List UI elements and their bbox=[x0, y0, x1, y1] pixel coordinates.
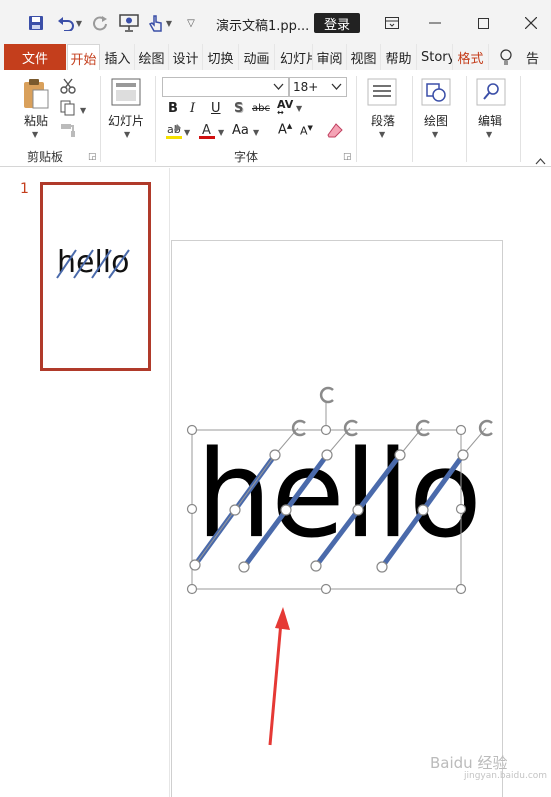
touch-mode-dropdown-icon[interactable]: ▼ bbox=[164, 12, 174, 34]
bold-icon[interactable]: B bbox=[168, 101, 178, 116]
touch-mode-icon[interactable] bbox=[146, 12, 166, 34]
tab-home[interactable]: 开始 bbox=[67, 44, 100, 71]
clipboard-group-label: 剪贴板 bbox=[27, 150, 64, 164]
present-from-start-icon[interactable] bbox=[118, 12, 140, 34]
new-slide-icon[interactable] bbox=[111, 78, 141, 109]
change-case-dropdown-icon[interactable]: ▼ bbox=[253, 128, 259, 137]
font-name-select[interactable] bbox=[162, 77, 289, 97]
undo-dropdown-icon[interactable]: ▼ bbox=[74, 12, 84, 34]
collapse-ribbon-icon[interactable] bbox=[535, 154, 546, 168]
font-size-value: 18+ bbox=[293, 80, 319, 94]
new-slide-dropdown-icon[interactable]: ▼ bbox=[124, 130, 130, 139]
slide-thumbnail[interactable]: hello bbox=[40, 182, 151, 371]
watermark-url: jingyan.baidu.com bbox=[464, 771, 548, 781]
font-name-dropdown-icon bbox=[273, 83, 284, 90]
slide-number: 1 bbox=[20, 181, 29, 197]
highlight-dropdown-icon[interactable]: ▼ bbox=[184, 128, 190, 137]
font-group-label: 字体 bbox=[234, 150, 259, 164]
tab-transitions[interactable]: 切换 bbox=[203, 44, 239, 70]
underline-icon[interactable]: U bbox=[211, 101, 221, 116]
ribbon-separator bbox=[100, 76, 101, 162]
tab-slideshow[interactable]: 幻灯片 bbox=[275, 44, 313, 70]
paste-icon[interactable] bbox=[22, 78, 50, 113]
font-size-select[interactable]: 18+ bbox=[289, 77, 347, 97]
paragraph-label[interactable]: 段落 bbox=[371, 112, 395, 129]
save-icon[interactable] bbox=[26, 12, 46, 34]
tab-design[interactable]: 设计 bbox=[169, 44, 203, 70]
paste-label[interactable]: 粘贴 bbox=[24, 112, 48, 129]
decrease-font-size-icon[interactable]: A▼ bbox=[300, 124, 313, 138]
close-icon[interactable] bbox=[524, 12, 538, 34]
tab-format[interactable]: 格式 bbox=[453, 44, 489, 70]
clipboard-dialog-launcher-icon[interactable]: ◲ bbox=[88, 152, 97, 162]
tab-view[interactable]: 视图 bbox=[347, 44, 381, 70]
copy-icon[interactable] bbox=[60, 100, 76, 119]
document-title: 演示文稿1.pp... bbox=[216, 19, 310, 34]
font-color-icon[interactable]: A bbox=[198, 122, 216, 143]
change-case-icon[interactable]: Aa bbox=[232, 123, 249, 138]
svg-text:A: A bbox=[202, 123, 211, 138]
drawing-shapes-icon[interactable] bbox=[421, 78, 451, 109]
ribbon: 粘贴 ▼ ▼ 剪贴板 ◲ 幻灯片 ▼ 18+ B I U S abc AV ↔ ▼… bbox=[0, 70, 551, 167]
highlight-color-icon[interactable]: ab bbox=[165, 122, 183, 143]
paragraph-dropdown-icon[interactable]: ▼ bbox=[379, 130, 385, 139]
italic-icon[interactable]: I bbox=[190, 101, 195, 116]
cut-icon[interactable] bbox=[60, 78, 76, 97]
login-button[interactable]: 登录 bbox=[314, 13, 360, 33]
thumbnail-lines bbox=[56, 249, 130, 279]
ribbon-separator bbox=[466, 76, 467, 162]
watermark: Baidu 经验 bbox=[430, 754, 508, 772]
text-shadow-icon[interactable]: S bbox=[234, 101, 243, 116]
paragraph-icon[interactable] bbox=[367, 78, 397, 109]
editing-label[interactable]: 编辑 bbox=[478, 112, 502, 129]
tab-storyline[interactable]: Story bbox=[417, 44, 453, 70]
ribbon-separator bbox=[356, 76, 357, 162]
ribbon-separator bbox=[412, 76, 413, 162]
format-painter-icon[interactable] bbox=[60, 122, 76, 141]
strikethrough-icon[interactable]: abc bbox=[252, 103, 270, 114]
tab-help[interactable]: 帮助 bbox=[381, 44, 417, 70]
tab-file[interactable]: 文件 bbox=[4, 44, 66, 70]
paste-dropdown-icon[interactable]: ▼ bbox=[32, 130, 38, 139]
character-spacing-dropdown-icon[interactable]: ▼ bbox=[296, 104, 302, 113]
redo-icon[interactable] bbox=[90, 12, 110, 34]
customize-toolbar-icon[interactable]: ▽ bbox=[184, 12, 198, 34]
editing-search-icon[interactable] bbox=[476, 78, 506, 109]
editing-dropdown-icon[interactable]: ▼ bbox=[486, 130, 492, 139]
ribbon-separator bbox=[155, 76, 156, 162]
tab-review[interactable]: 审阅 bbox=[313, 44, 347, 70]
font-color-dropdown-icon[interactable]: ▼ bbox=[218, 128, 224, 137]
title-bar: ▼ ▼ ▽ 演示文稿1.pp... 登录 bbox=[0, 0, 551, 44]
increase-font-size-icon[interactable]: A▲ bbox=[278, 122, 292, 137]
tab-animations[interactable]: 动画 bbox=[239, 44, 275, 70]
maximize-icon[interactable] bbox=[476, 12, 490, 34]
drawing-dropdown-icon[interactable]: ▼ bbox=[432, 130, 438, 139]
new-slide-label[interactable]: 幻灯片 bbox=[108, 112, 144, 129]
undo-icon[interactable] bbox=[56, 12, 76, 34]
tab-insert[interactable]: 插入 bbox=[101, 44, 135, 70]
ribbon-separator bbox=[520, 76, 521, 162]
minimize-icon[interactable] bbox=[428, 12, 442, 34]
ribbon-tabs: 文件 开始 插入 绘图 设计 切换 动画 幻灯片 审阅 视图 帮助 Story … bbox=[0, 44, 551, 71]
ribbon-display-options-icon[interactable] bbox=[382, 12, 402, 34]
tab-draw[interactable]: 绘图 bbox=[135, 44, 169, 70]
copy-dropdown-icon[interactable]: ▼ bbox=[80, 106, 86, 115]
font-dialog-launcher-icon[interactable]: ◲ bbox=[343, 152, 352, 162]
tab-tell-me[interactable]: 告 bbox=[522, 44, 551, 70]
clear-formatting-icon[interactable] bbox=[327, 123, 343, 142]
character-spacing-icon[interactable]: AV ↔ bbox=[277, 98, 293, 124]
font-size-dropdown-icon bbox=[331, 83, 342, 90]
drawing-label[interactable]: 绘图 bbox=[424, 112, 448, 129]
lightbulb-icon[interactable] bbox=[497, 46, 515, 68]
